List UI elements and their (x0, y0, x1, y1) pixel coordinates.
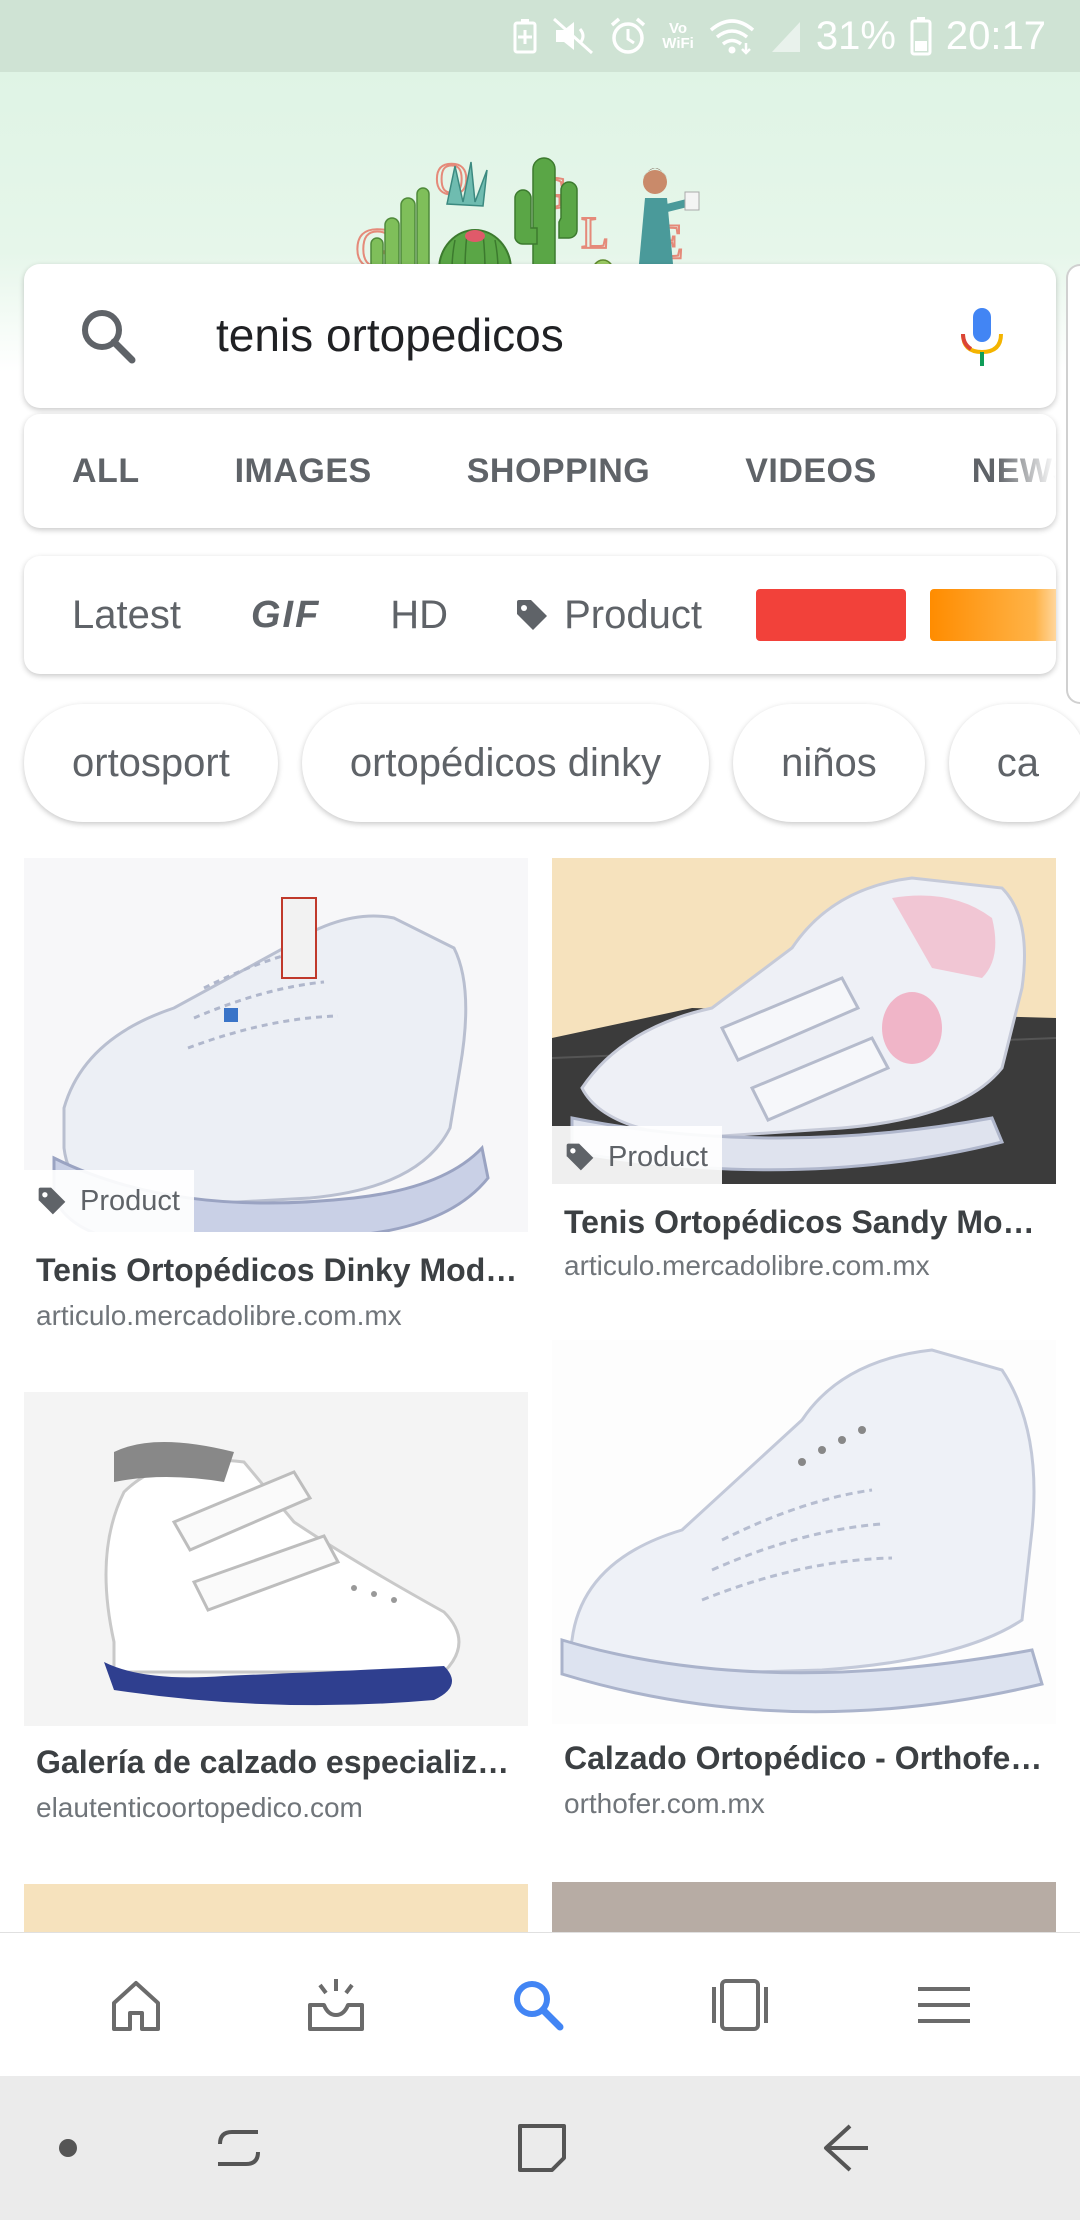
search-input[interactable]: tenis ortopedicos (216, 308, 564, 362)
signal-icon (770, 18, 802, 54)
result-source[interactable]: articulo.mercadolibre.com.mx (36, 1300, 402, 1332)
tab-all[interactable]: ALL (72, 452, 140, 491)
dot-icon[interactable] (26, 2106, 110, 2190)
system-navigation-bar (0, 2076, 1080, 2220)
product-badge-label: Product (80, 1184, 180, 1217)
home-icon[interactable] (96, 1965, 176, 2045)
orthopedic-shoe-image (24, 1392, 528, 1726)
status-bar: Vo WiFi 31% 20:17 (0, 0, 1080, 72)
filter-latest[interactable]: Latest (72, 593, 181, 638)
vowifi-icon: Vo WiFi (662, 20, 694, 52)
clock: 20:17 (945, 13, 1046, 58)
home-square-icon[interactable] (500, 2106, 584, 2190)
tag-icon (38, 1187, 66, 1215)
image-result[interactable]: Product Tenis Ortopédicos Sandy Mo… arti… (552, 858, 1056, 1281)
result-title[interactable]: Galería de calzado especializ… (36, 1744, 526, 1781)
tabs-icon[interactable] (700, 1965, 780, 2045)
bottom-navigation (0, 1932, 1080, 2076)
tag-icon (566, 1143, 594, 1171)
tab-images[interactable]: IMAGES (235, 452, 372, 491)
product-badge: Product (24, 1170, 194, 1232)
result-title[interactable]: Calzado Ortopédico - Orthofe… (564, 1740, 1054, 1777)
color-swatch-red[interactable] (755, 589, 906, 641)
image-filters: Latest GIF HD Product (24, 556, 1056, 674)
chip-partial[interactable]: ca (948, 704, 1080, 822)
chip-ortopedicos-dinky[interactable]: ortopédicos dinky (301, 704, 710, 822)
result-title[interactable]: Tenis Ortopédicos Dinky Mod… (36, 1252, 526, 1289)
battery-saver-icon (512, 18, 538, 54)
tab-videos[interactable]: VIDEOS (745, 452, 876, 491)
filter-hd[interactable]: HD (390, 593, 448, 638)
search-icon[interactable] (76, 304, 140, 368)
tab-shopping[interactable]: SHOPPING (467, 452, 650, 491)
battery-percent: 31% (815, 13, 896, 58)
color-swatch-orange[interactable] (929, 589, 1056, 641)
image-result[interactable]: Galería de calzado especializ… elautenti… (24, 1392, 528, 1832)
search-tabs: ALL IMAGES SHOPPING VIDEOS NEWS (24, 414, 1056, 528)
image-result[interactable]: Product Tenis Ortopédicos Dinky Mod… art… (24, 858, 528, 1338)
wifi-icon (708, 17, 756, 55)
microphone-icon[interactable] (946, 302, 1018, 374)
image-result[interactable]: Calzado Ortopédico - Orthofe… orthofer.c… (552, 1340, 1056, 1820)
updates-icon[interactable] (296, 1965, 376, 2045)
result-source[interactable]: elautenticoortopedico.com (36, 1792, 363, 1824)
mute-icon (552, 17, 594, 55)
tag-icon (517, 600, 548, 630)
result-title[interactable]: Tenis Ortopédicos Sandy Mo… (564, 1204, 1054, 1241)
product-badge-label: Product (608, 1140, 708, 1173)
menu-icon[interactable] (904, 1965, 984, 2045)
chip-ortosport[interactable]: ortosport (24, 704, 278, 822)
screen: Vo WiFi 31% 20:17 G O G L E (0, 0, 1080, 2220)
result-source[interactable]: articulo.mercadolibre.com.mx (564, 1250, 930, 1282)
search-icon[interactable] (498, 1965, 578, 2045)
related-chips: ortosport ortopédicos dinky niños ca (24, 704, 1080, 824)
filter-gif[interactable]: GIF (251, 594, 320, 637)
recents-icon[interactable] (196, 2106, 280, 2190)
alarm-icon (608, 16, 648, 56)
side-panel-edge[interactable] (1066, 264, 1080, 704)
svg-text:L: L (581, 207, 609, 258)
filter-product-label: Product (564, 592, 702, 637)
result-source[interactable]: orthofer.com.mx (564, 1788, 765, 1820)
back-icon[interactable] (802, 2106, 886, 2190)
filter-product[interactable]: Product (514, 593, 702, 638)
battery-icon (910, 16, 932, 56)
tab-fade (996, 414, 1056, 528)
search-box[interactable]: tenis ortopedicos (24, 264, 1056, 408)
white-high-sneaker-image (552, 1340, 1056, 1724)
result-thumbnail[interactable] (24, 1392, 528, 1726)
product-badge: Product (552, 1126, 722, 1188)
result-thumbnail[interactable] (552, 1340, 1056, 1724)
chip-ninos[interactable]: niños (733, 704, 925, 822)
